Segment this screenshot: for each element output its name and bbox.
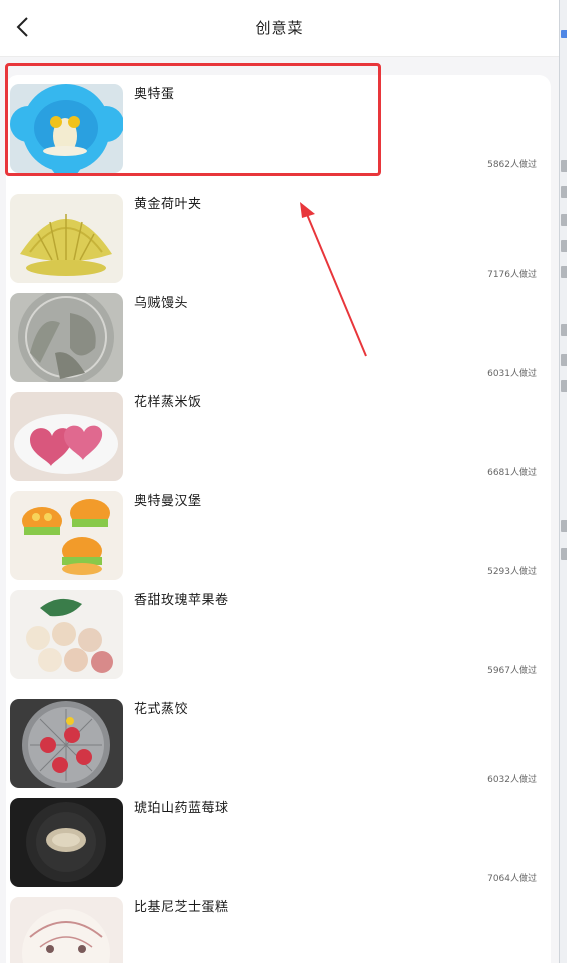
recipe-item[interactable]: 比基尼芝士蛋糕 [0,897,559,963]
recipe-name: 花式蒸饺 [134,702,189,717]
recipe-item[interactable]: 奥特曼汉堡 5293人做过 [0,491,559,581]
recipe-item[interactable]: 黄金荷叶夹 7176人做过 [0,194,559,284]
recipe-count: 5293人做过 [487,567,537,577]
recipe-name: 花样蒸米饭 [134,395,202,410]
recipe-item[interactable]: 琥珀山药蓝莓球 7064人做过 [0,798,559,888]
recipe-item[interactable]: 香甜玫瑰苹果卷 5967人做过 [0,590,559,680]
recipe-count: 6681人做过 [487,468,537,478]
recipe-count: 6031人做过 [487,369,537,379]
recipe-thumbnail [10,293,123,382]
recipe-name: 奥特曼汉堡 [134,494,202,509]
recipe-thumbnail [10,798,123,887]
recipe-count: 7176人做过 [487,270,537,280]
recipe-name: 乌贼馒头 [134,296,189,311]
recipe-name: 黄金荷叶夹 [134,197,202,212]
recipe-count: 7064人做过 [487,874,537,884]
recipe-thumbnail [10,699,123,788]
recipe-count: 5967人做过 [487,666,537,676]
recipe-thumbnail [10,897,123,963]
recipe-item[interactable]: 花式蒸饺 6032人做过 [0,699,559,789]
recipe-name: 比基尼芝士蛋糕 [134,900,229,915]
recipe-name: 琥珀山药蓝莓球 [134,801,229,816]
recipe-thumbnail [10,194,123,283]
background-window-edge [559,0,567,963]
recipe-thumbnail [10,84,123,173]
recipe-thumbnail [10,491,123,580]
recipe-name: 香甜玫瑰苹果卷 [134,593,229,608]
recipe-count: 6032人做过 [487,775,537,785]
recipe-list: 奥特蛋 5862人做过 黄金荷叶夹 7176人做过 乌贼馒头 6031人做过 花… [0,57,559,963]
recipe-thumbnail [10,392,123,481]
recipe-name: 奥特蛋 [134,87,175,102]
page-title: 创意菜 [255,19,304,37]
recipe-item[interactable]: 花样蒸米饭 6681人做过 [0,392,559,482]
recipe-count: 5862人做过 [487,160,537,170]
recipe-item[interactable]: 奥特蛋 5862人做过 [0,84,559,174]
recipe-item[interactable]: 乌贼馒头 6031人做过 [0,293,559,383]
top-bar: 创意菜 [0,0,559,57]
recipe-thumbnail [10,590,123,679]
